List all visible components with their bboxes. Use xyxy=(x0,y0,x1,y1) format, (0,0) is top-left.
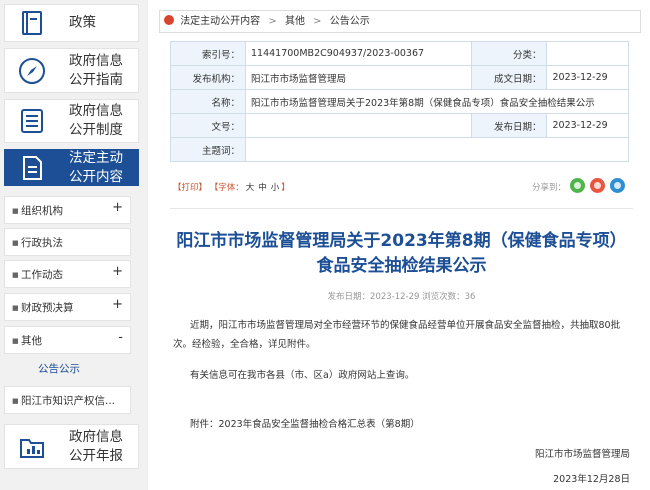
nav-statutory-disclosure[interactable]: 法定主动 公开内容 xyxy=(4,149,139,186)
index-value: 11441700MB2C904937/2023-00367 xyxy=(244,41,473,66)
qzone-share-icon[interactable] xyxy=(610,178,625,193)
bullet-icon: ■ xyxy=(12,271,19,279)
nav-annual-report[interactable]: 政府信息 公开年报 xyxy=(4,424,139,469)
published-date-label: 发布日期： xyxy=(471,113,548,138)
published-date-value: 2023-12-29 xyxy=(546,113,629,138)
bullet-icon: ■ xyxy=(12,304,19,312)
nav-disclosure-system[interactable]: 政府信息 公开制度 xyxy=(4,99,139,143)
font-size-suffix: 】 xyxy=(281,183,290,193)
nav-disclosure-system-label: 政府信息 公开制度 xyxy=(69,103,123,138)
sub-other[interactable]: ■ 其他 - xyxy=(4,326,131,354)
breadcrumb-separator: > xyxy=(268,16,277,27)
breadcrumb-other[interactable]: 其他 xyxy=(285,16,305,27)
nav-disclosure-guide-label: 政府信息 公开指南 xyxy=(69,52,123,88)
article-paragraph: 近期，阳江市市场监督管理局对全市经营环节的保健食品经营单位开展食品安全监督抽检，… xyxy=(173,320,621,350)
nav-statutory-disclosure-label: 法定主动 公开内容 xyxy=(69,149,123,185)
breadcrumb-separator: > xyxy=(313,16,322,27)
sub-law-enforcement[interactable]: ■ 行政执法 xyxy=(4,228,131,256)
breadcrumb: 法定主动公开内容 > 其他 > 公告公示 xyxy=(159,10,641,33)
article-attachment-line: 附件：2023年食品安全监督抽检合格汇总表（第8期） xyxy=(190,419,420,430)
article-tools: 【打印】 【字体：大中小】 xyxy=(173,181,290,193)
font-size-small-button[interactable]: 小 xyxy=(269,183,282,193)
nav-policy[interactable]: 政策 xyxy=(4,4,139,42)
share-label: 分享到： xyxy=(532,183,567,193)
document-list-icon xyxy=(21,109,43,133)
file-icon xyxy=(23,155,42,180)
name-value: 阳江市市场监督管理局关于2023年第8期（保健食品专项）食品安全抽检结果公示 xyxy=(245,89,629,114)
nav-disclosure-guide[interactable]: 政府信息 公开指南 xyxy=(4,48,139,93)
breadcrumb-statutory[interactable]: 法定主动公开内容 xyxy=(180,16,260,27)
sub-work-news[interactable]: ■ 工作动态 + xyxy=(4,260,131,288)
article-meta: 发布日期：2023-12-29 浏览次数：36 xyxy=(327,292,476,302)
sub-org[interactable]: ■ 组织机构 + xyxy=(4,196,131,224)
expand-icon[interactable]: + xyxy=(112,264,123,279)
nav-annual-report-label: 政府信息 公开年报 xyxy=(69,428,123,464)
expand-icon[interactable]: + xyxy=(112,297,123,312)
font-size-prefix: 【字体： xyxy=(209,183,244,193)
weibo-share-icon[interactable] xyxy=(590,178,605,193)
collapse-icon[interactable]: - xyxy=(118,330,123,345)
created-date-value: 2023-12-29 xyxy=(546,65,629,90)
sub-ip-info-label: 阳江市知识产权信... xyxy=(21,395,116,407)
keywords-label: 主题词： xyxy=(170,137,246,162)
info-row: 名称： 阳江市市场监督管理局关于2023年第8期（保健食品专项）食品安全抽检结果… xyxy=(170,89,629,114)
breadcrumb-announcements[interactable]: 公告公示 xyxy=(330,16,370,27)
docno-label: 文号： xyxy=(170,113,246,138)
expand-icon[interactable]: + xyxy=(112,200,123,215)
article-title: 阳江市市场监督管理局关于2023年第8期（保健食品专项）食品安全抽检结果公示 xyxy=(176,231,627,276)
category-value xyxy=(546,41,629,66)
bullet-icon: ■ xyxy=(12,239,19,247)
sub-ip-info[interactable]: ■ 阳江市知识产权信... xyxy=(4,386,131,414)
sub-org-label: 组织机构 xyxy=(21,205,63,217)
article-date: 2023年12月28日 xyxy=(553,474,630,485)
article-signature: 阳江市市场监督管理局 xyxy=(534,449,630,460)
info-row: 主题词： xyxy=(170,137,629,162)
publisher-label: 发布机构： xyxy=(170,65,246,90)
index-label: 索引号： xyxy=(170,41,246,66)
left-sidebar: 政策 政府信息 公开指南 政府信息 公开制度 法定主动 公开内容 ■ 组织机构 … xyxy=(0,0,148,490)
font-size-large-button[interactable]: 大 xyxy=(244,183,257,193)
policy-book-icon xyxy=(22,11,42,35)
name-label: 名称： xyxy=(170,89,246,114)
sub-other-label: 其他 xyxy=(21,335,42,347)
divider xyxy=(170,208,633,209)
sub-budget[interactable]: ■ 财政预决算 + xyxy=(4,293,131,321)
article-paragraph: 有关信息可在我市各县（市、区a）政府网站上查询。 xyxy=(190,370,415,381)
sub-announcements-link[interactable]: 公告公示 xyxy=(38,361,80,376)
compass-icon xyxy=(19,57,45,84)
font-size-medium-button[interactable]: 中 xyxy=(256,183,269,193)
sub-budget-label: 财政预决算 xyxy=(21,302,74,314)
keywords-value xyxy=(245,137,629,162)
sub-work-news-label: 工作动态 xyxy=(21,269,63,281)
bullet-icon: ■ xyxy=(12,337,19,345)
sub-law-enforcement-label: 行政执法 xyxy=(21,237,63,249)
info-row: 发布机构： 阳江市市场监督管理局 成文日期： 2023-12-29 xyxy=(170,65,629,90)
info-row: 文号： 发布日期： 2023-12-29 xyxy=(170,113,629,138)
bullet-icon: ■ xyxy=(12,207,19,215)
bullet-icon: ■ xyxy=(12,397,19,405)
document-info-table: 索引号： 11441700MB2C904937/2023-00367 分类： 发… xyxy=(170,41,629,162)
info-row: 索引号： 11441700MB2C904937/2023-00367 分类： xyxy=(170,41,629,66)
docno-value xyxy=(244,113,473,138)
nav-policy-label: 政策 xyxy=(69,14,96,31)
publisher-value: 阳江市市场监督管理局 xyxy=(244,65,473,90)
print-button[interactable]: 【打印】 xyxy=(173,183,207,193)
location-icon xyxy=(164,15,174,25)
wechat-share-icon[interactable] xyxy=(570,178,585,193)
folder-chart-icon xyxy=(20,438,44,458)
created-date-label: 成文日期： xyxy=(471,65,548,90)
category-label: 分类： xyxy=(471,41,548,66)
